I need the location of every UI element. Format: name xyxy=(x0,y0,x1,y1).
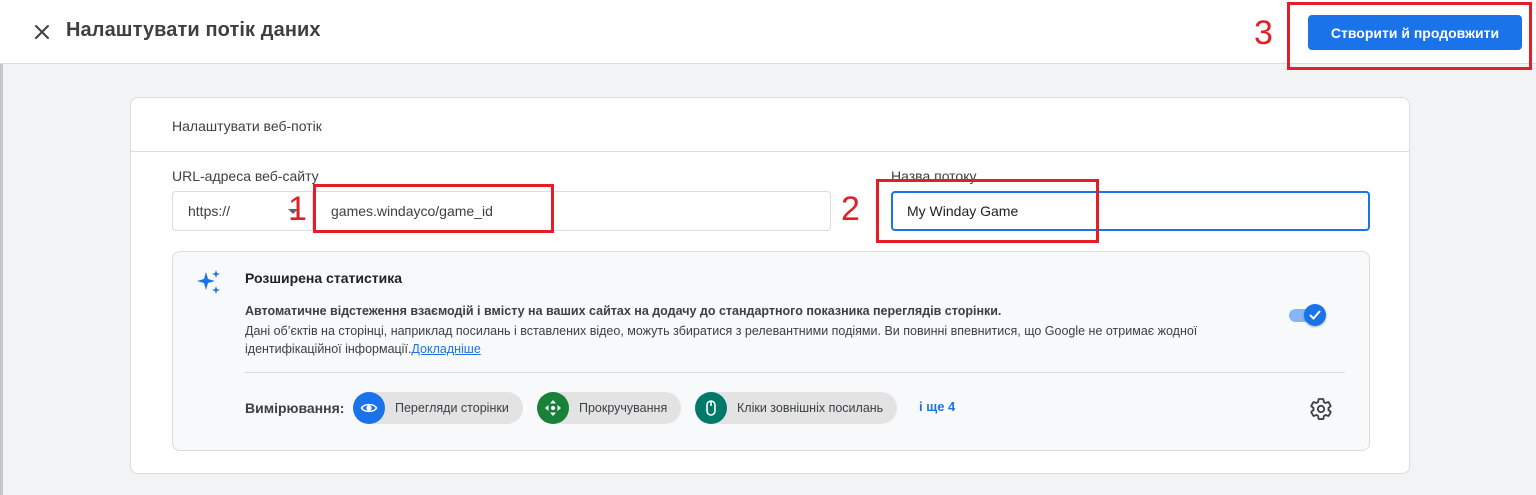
learn-more-link[interactable]: Докладніше xyxy=(411,342,480,356)
enhanced-measurement-description: Дані об’єктів на сторінці, наприклад пос… xyxy=(245,322,1245,358)
scroll-arrows-icon xyxy=(537,392,569,424)
annotation-number-1: 1 xyxy=(288,190,307,228)
card-header: Налаштувати веб-потік xyxy=(131,98,1409,152)
chip-scrolls[interactable]: Прокручування xyxy=(537,392,682,424)
close-icon xyxy=(35,25,49,39)
annotation-box-2 xyxy=(876,179,1099,243)
gear-icon[interactable] xyxy=(1309,397,1333,421)
enhanced-measurement-title: Розширена статистика xyxy=(245,270,402,286)
web-stream-card: Налаштувати веб-потік URL-адреса веб-сай… xyxy=(130,97,1410,474)
chip-label: Прокручування xyxy=(579,401,668,415)
enhanced-measurement-panel: Розширена статистика Автоматичне відстеж… xyxy=(172,251,1370,451)
close-button[interactable] xyxy=(30,20,54,44)
chip-label: Перегляди сторінки xyxy=(395,401,509,415)
enhanced-measurement-toggle[interactable] xyxy=(1289,304,1327,326)
chip-label: Кліки зовнішніх посилань xyxy=(737,401,884,415)
enhanced-measurement-summary: Автоматичне відстеження взаємодій і вміс… xyxy=(245,304,1002,318)
divider xyxy=(245,372,1345,373)
annotation-box-3 xyxy=(1287,2,1532,70)
sparkle-icon xyxy=(197,270,220,294)
page-title: Налаштувати потік даних xyxy=(66,19,321,41)
measurement-label: Вимірювання: xyxy=(245,400,345,416)
checkmark-icon xyxy=(1309,310,1321,320)
eye-icon xyxy=(353,392,385,424)
card-title: Налаштувати веб-потік xyxy=(172,118,322,134)
annotation-box-1 xyxy=(313,184,554,233)
url-label: URL-адреса веб-сайту xyxy=(172,168,319,184)
window-edge xyxy=(0,0,3,495)
chip-outbound-clicks[interactable]: Кліки зовнішніх посилань xyxy=(695,392,898,424)
chip-page-views[interactable]: Перегляди сторінки xyxy=(353,392,523,424)
mouse-icon xyxy=(695,392,727,424)
toggle-knob xyxy=(1304,304,1326,326)
description-text: Дані об’єктів на сторінці, наприклад пос… xyxy=(245,324,1198,356)
more-measurements-link[interactable]: і ще 4 xyxy=(919,399,955,414)
annotation-number-3: 3 xyxy=(1254,14,1273,52)
annotation-number-2: 2 xyxy=(841,190,860,228)
